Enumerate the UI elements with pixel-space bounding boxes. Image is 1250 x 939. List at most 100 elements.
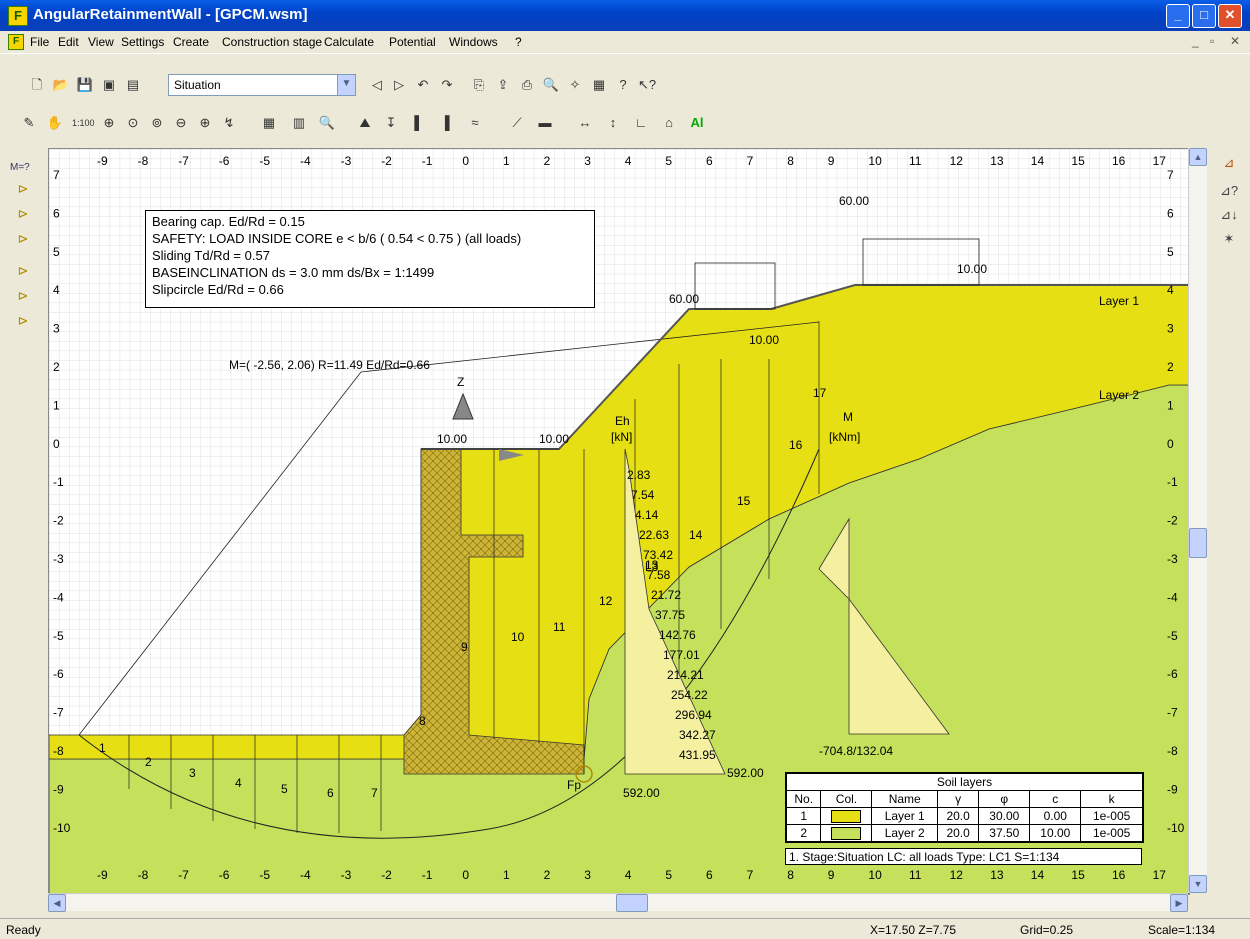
pan-icon[interactable]: ✋ [46, 114, 64, 132]
menu-create[interactable]: Create [173, 35, 209, 49]
layers-icon[interactable]: ▥ [290, 114, 308, 132]
find-icon[interactable]: 🔍 [318, 114, 336, 132]
slope-calc-icon[interactable]: ⊳ [14, 287, 32, 305]
load-10-left: 10.00 [437, 432, 467, 446]
moment-query-button[interactable]: M=? [10, 162, 30, 173]
save-template-icon[interactable]: ▣ [100, 76, 118, 94]
next-icon[interactable]: ▷ [390, 76, 408, 94]
mdi-minimize-icon[interactable]: _ [1192, 34, 1199, 48]
slope-result-icon[interactable]: ⊳ [14, 312, 32, 330]
minimize-button[interactable]: _ [1166, 4, 1190, 28]
wall-load-icon[interactable]: ⊿↓ [1220, 206, 1238, 224]
redo-icon[interactable]: ↷ [438, 76, 456, 94]
mdi-close-icon[interactable]: ✕ [1230, 34, 1240, 48]
menu-file[interactable]: File [30, 35, 49, 49]
all-icon[interactable]: Al [688, 114, 706, 132]
water-icon[interactable]: ≈ [466, 114, 484, 132]
zoom-out-icon[interactable]: ⊖ [172, 114, 190, 132]
y-tick-label: -1 [53, 475, 64, 489]
vertical-scroll-thumb[interactable] [1189, 528, 1207, 558]
x-tick-label: 0 [462, 154, 469, 168]
mdi-restore-icon[interactable]: ▫ [1210, 34, 1214, 48]
grid-icon[interactable]: ▦ [260, 114, 278, 132]
zoom-in-icon[interactable]: ⊕ [100, 114, 118, 132]
new-icon[interactable]: 🗋 [28, 76, 46, 94]
wall-tool-icon[interactable]: ⊿ [1220, 154, 1238, 172]
vertical-scrollbar[interactable]: ▲ ▼ [1188, 148, 1207, 893]
load-icon[interactable]: ↧ [382, 114, 400, 132]
previous-icon[interactable]: ◁ [368, 76, 386, 94]
status-grid: Grid=0.25 [1020, 923, 1074, 937]
wall-slip-icon[interactable]: ✶ [1220, 230, 1238, 248]
document-icon[interactable]: F [8, 34, 24, 50]
x-tick-label: 13 [990, 154, 1004, 168]
properties-icon[interactable]: ▤ [124, 76, 142, 94]
x-tick-label: 10 [868, 154, 882, 168]
report-icon[interactable]: ▦ [590, 76, 608, 94]
copy-icon[interactable]: ⎘ [470, 76, 488, 94]
scroll-right-icon[interactable]: ▶ [1170, 894, 1188, 912]
horizontal-scroll-thumb[interactable] [616, 894, 648, 912]
export-icon[interactable]: ⇪ [494, 76, 512, 94]
print-preview-icon[interactable]: 🔍 [542, 76, 560, 94]
menu-potential[interactable]: Potential [389, 35, 436, 49]
slope-grid-icon[interactable]: ⊳ [14, 262, 32, 280]
status-ready: Ready [6, 923, 41, 937]
slope-edit-icon[interactable]: ⊳ [14, 205, 32, 223]
table-row[interactable]: 2 Layer 2 20.0 37.50 10.00 1e-005 [785, 824, 1143, 842]
layer-add-icon[interactable]: ▌ [410, 114, 428, 132]
pen-icon[interactable]: ✎ [20, 114, 38, 132]
undo-icon[interactable]: ↶ [414, 76, 432, 94]
menu-windows[interactable]: Windows [449, 35, 498, 49]
x-tick-label: 4 [625, 154, 632, 168]
view-select[interactable]: Situation ▼ [168, 74, 356, 96]
slice-number-label: 10 [511, 630, 525, 644]
menu-calculate[interactable]: Calculate [324, 35, 374, 49]
table-row[interactable]: 1 Layer 1 20.0 30.00 0.00 1e-005 [785, 807, 1143, 825]
slope-tool-icon[interactable]: ⊳ [14, 180, 32, 198]
maximize-button[interactable]: □ [1192, 4, 1216, 28]
zoom-all-icon[interactable]: ⊚ [148, 114, 166, 132]
scroll-down-icon[interactable]: ▼ [1189, 875, 1207, 893]
zoom-plus-icon[interactable]: ⊕ [196, 114, 214, 132]
help-icon[interactable]: ? [614, 76, 632, 94]
context-help-icon[interactable]: ↖? [638, 76, 656, 94]
wall-query-icon[interactable]: ⊿? [1220, 182, 1238, 200]
horizontal-scrollbar[interactable]: ◀ ▶ [48, 893, 1188, 912]
menu-view[interactable]: View [88, 35, 114, 49]
vertical-dimension-icon[interactable]: ↕ [604, 114, 622, 132]
menu-construction-stage[interactable]: Construction stage [222, 35, 322, 49]
menu-edit[interactable]: Edit [58, 35, 79, 49]
y-tick-label: -7 [53, 706, 64, 720]
scroll-left-icon[interactable]: ◀ [48, 894, 66, 912]
slope-move-icon[interactable]: ⊳ [14, 230, 32, 248]
open-icon[interactable]: 📂 [52, 76, 70, 94]
x-tick-label: 7 [747, 154, 754, 168]
y-tick-label: -6 [53, 667, 64, 681]
close-button[interactable]: ✕ [1218, 4, 1242, 28]
scale-icon[interactable]: 1:100 [72, 114, 95, 132]
menu-help[interactable]: ? [515, 35, 522, 49]
layer-edit-icon[interactable]: ▐ [436, 114, 454, 132]
terrain-icon[interactable]: ⛰ [356, 114, 374, 132]
print-icon[interactable]: ⎙ [518, 76, 536, 94]
save-icon[interactable]: 💾 [76, 76, 94, 94]
x-tick-label: -4 [300, 868, 311, 882]
text-label-icon[interactable]: ⌂ [660, 114, 678, 132]
zoom-window-icon[interactable]: ⊙ [124, 114, 142, 132]
menu-settings[interactable]: Settings [121, 35, 164, 49]
soil-table-title: Soil layers [786, 773, 1143, 791]
anchor-icon[interactable]: ▬ [536, 114, 554, 132]
dimension-icon[interactable]: ↔ [576, 114, 594, 132]
x-tick-label: -2 [381, 868, 392, 882]
angle-icon[interactable]: ∟ [632, 114, 650, 132]
scroll-up-icon[interactable]: ▲ [1189, 148, 1207, 166]
chevron-down-icon[interactable]: ▼ [337, 75, 355, 95]
redraw-icon[interactable]: ↯ [220, 114, 238, 132]
slice-number-label: 4 [235, 776, 242, 790]
slice-number-label: 13 [645, 558, 659, 572]
wand-icon[interactable]: ✧ [566, 76, 584, 94]
slope-icon[interactable]: ⟋ [508, 114, 526, 132]
x-tick-label: 4 [625, 868, 632, 882]
x-tick-label: 3 [584, 868, 591, 882]
